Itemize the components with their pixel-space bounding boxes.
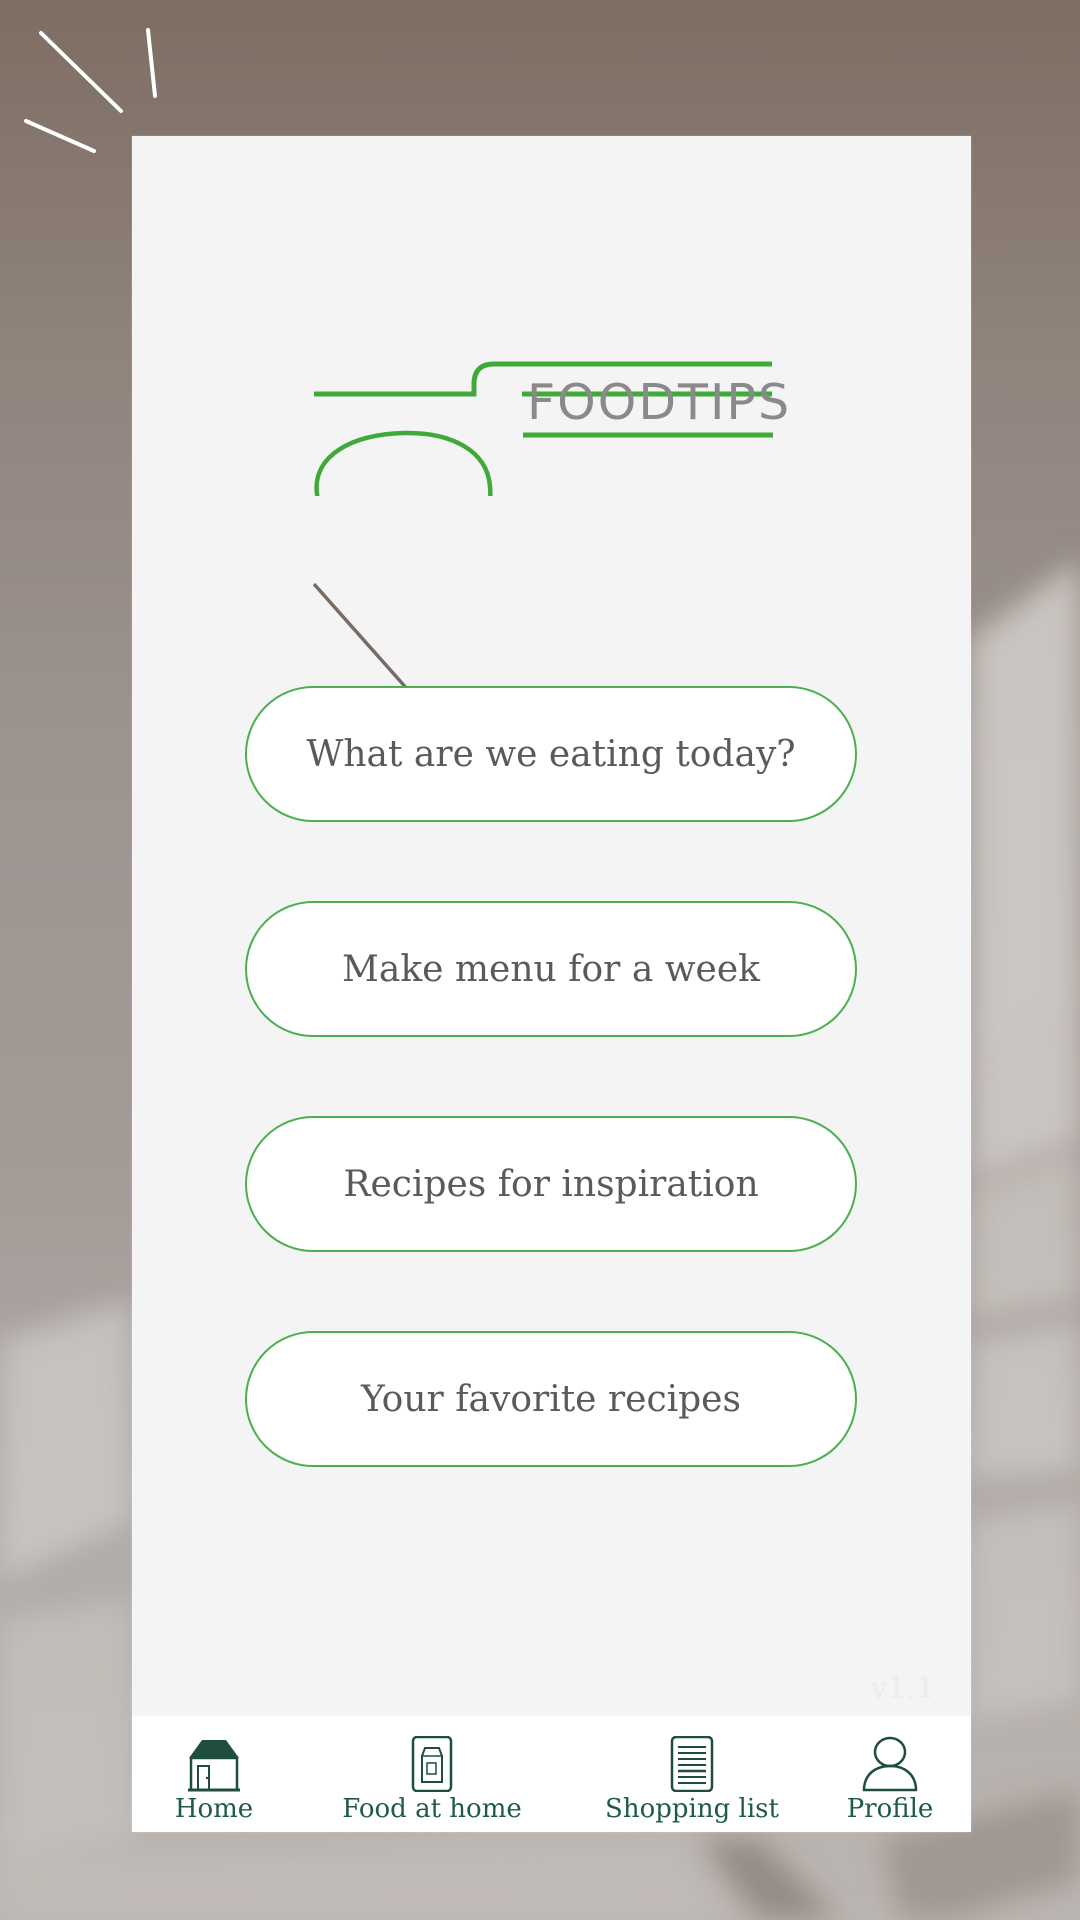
home-icon [188,1740,240,1792]
nav-label-home: Home [174,1794,254,1824]
list-icon [670,1736,714,1792]
version-label: v1.1 [870,1671,935,1706]
button-label: Make menu for a week [342,948,760,990]
make-menu-for-a-week-button[interactable]: Make menu for a week [245,901,857,1037]
nav-item-shopping-list[interactable]: Shopping list [592,1716,792,1832]
brand-name: FOODTIPS [527,374,792,431]
button-label: What are we eating today? [306,733,796,775]
what-are-we-eating-today-button[interactable]: What are we eating today? [245,686,857,822]
nav-label-food-at-home: Food at home [342,1794,522,1824]
nav-item-profile[interactable]: Profile [830,1716,950,1832]
bottom-navigation: Home Food at home Shopping list Profile [132,1716,971,1832]
user-icon [862,1736,918,1792]
button-label: Recipes for inspiration [343,1163,759,1205]
nav-item-food-at-home[interactable]: Food at home [332,1716,532,1832]
milk-carton-icon [411,1736,453,1792]
app-screen: FOODTIPS What are we eating today? Make … [132,136,971,1832]
nav-label-shopping-list: Shopping list [605,1794,779,1824]
foodtips-logo-icon [314,361,773,496]
nav-label-profile: Profile [846,1794,934,1824]
nav-item-home[interactable]: Home [154,1716,274,1832]
your-favorite-recipes-button[interactable]: Your favorite recipes [245,1331,857,1467]
button-label: Your favorite recipes [361,1378,741,1420]
recipes-for-inspiration-button[interactable]: Recipes for inspiration [245,1116,857,1252]
